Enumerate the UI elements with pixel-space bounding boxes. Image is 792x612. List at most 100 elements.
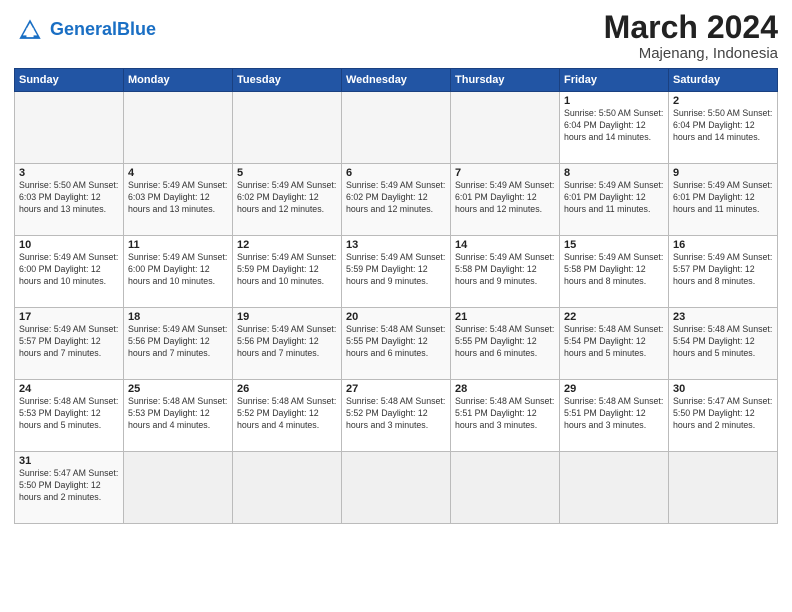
day-cell: 22Sunrise: 5:48 AM Sunset: 5:54 PM Dayli… xyxy=(560,308,669,380)
day-number: 5 xyxy=(237,167,337,179)
day-cell xyxy=(124,92,233,164)
day-cell: 3Sunrise: 5:50 AM Sunset: 6:03 PM Daylig… xyxy=(15,164,124,236)
week-row-3: 10Sunrise: 5:49 AM Sunset: 6:00 PM Dayli… xyxy=(15,236,778,308)
day-info: Sunrise: 5:49 AM Sunset: 6:00 PM Dayligh… xyxy=(19,252,119,288)
day-cell: 1Sunrise: 5:50 AM Sunset: 6:04 PM Daylig… xyxy=(560,92,669,164)
day-number: 9 xyxy=(673,167,773,179)
day-number: 17 xyxy=(19,311,119,323)
day-cell: 23Sunrise: 5:48 AM Sunset: 5:54 PM Dayli… xyxy=(669,308,778,380)
day-number: 3 xyxy=(19,167,119,179)
day-info: Sunrise: 5:49 AM Sunset: 6:02 PM Dayligh… xyxy=(346,180,446,216)
day-info: Sunrise: 5:49 AM Sunset: 5:57 PM Dayligh… xyxy=(19,324,119,360)
day-cell xyxy=(124,452,233,524)
title-block: March 2024 Majenang, Indonesia xyxy=(604,10,778,62)
day-cell: 15Sunrise: 5:49 AM Sunset: 5:58 PM Dayli… xyxy=(560,236,669,308)
day-cell: 27Sunrise: 5:48 AM Sunset: 5:52 PM Dayli… xyxy=(342,380,451,452)
day-cell: 18Sunrise: 5:49 AM Sunset: 5:56 PM Dayli… xyxy=(124,308,233,380)
header: GeneralBlue March 2024 Majenang, Indones… xyxy=(14,10,778,62)
day-info: Sunrise: 5:47 AM Sunset: 5:50 PM Dayligh… xyxy=(673,396,773,432)
day-number: 29 xyxy=(564,383,664,395)
logo-text: GeneralBlue xyxy=(50,20,156,40)
day-info: Sunrise: 5:48 AM Sunset: 5:55 PM Dayligh… xyxy=(346,324,446,360)
day-cell: 13Sunrise: 5:49 AM Sunset: 5:59 PM Dayli… xyxy=(342,236,451,308)
day-cell: 16Sunrise: 5:49 AM Sunset: 5:57 PM Dayli… xyxy=(669,236,778,308)
day-info: Sunrise: 5:50 AM Sunset: 6:04 PM Dayligh… xyxy=(673,108,773,144)
logo-blue: Blue xyxy=(117,19,156,39)
day-cell: 8Sunrise: 5:49 AM Sunset: 6:01 PM Daylig… xyxy=(560,164,669,236)
day-cell: 12Sunrise: 5:49 AM Sunset: 5:59 PM Dayli… xyxy=(233,236,342,308)
calendar-page: GeneralBlue March 2024 Majenang, Indones… xyxy=(0,0,792,612)
day-info: Sunrise: 5:50 AM Sunset: 6:03 PM Dayligh… xyxy=(19,180,119,216)
day-cell: 9Sunrise: 5:49 AM Sunset: 6:01 PM Daylig… xyxy=(669,164,778,236)
day-info: Sunrise: 5:49 AM Sunset: 6:01 PM Dayligh… xyxy=(673,180,773,216)
calendar-body: 1 Sunrise: 5:50 AM Sunset: 6:04 PM Daylig… xyxy=(15,92,778,524)
day-cell: 4Sunrise: 5:49 AM Sunset: 6:03 PM Daylig… xyxy=(124,164,233,236)
day-cell: 29Sunrise: 5:48 AM Sunset: 5:51 PM Dayli… xyxy=(560,380,669,452)
day-info: Sunrise: 5:49 AM Sunset: 5:59 PM Dayligh… xyxy=(237,252,337,288)
day-cell: 26Sunrise: 5:48 AM Sunset: 5:52 PM Dayli… xyxy=(233,380,342,452)
day-cell: 31Sunrise: 5:47 AM Sunset: 5:50 PM Dayli… xyxy=(15,452,124,524)
day-number: 30 xyxy=(673,383,773,395)
header-row: SundayMondayTuesdayWednesdayThursdayFrid… xyxy=(15,69,778,92)
calendar-title: March 2024 xyxy=(604,10,778,45)
day-number: 18 xyxy=(128,311,228,323)
day-info: Sunrise: 5:47 AM Sunset: 5:50 PM Dayligh… xyxy=(19,468,119,504)
header-day-wednesday: Wednesday xyxy=(342,69,451,92)
day-info: Sunrise: 5:48 AM Sunset: 5:51 PM Dayligh… xyxy=(564,396,664,432)
header-day-saturday: Saturday xyxy=(669,69,778,92)
day-info: Sunrise: 5:48 AM Sunset: 5:51 PM Dayligh… xyxy=(455,396,555,432)
day-info: Sunrise: 5:49 AM Sunset: 6:01 PM Dayligh… xyxy=(455,180,555,216)
logo: GeneralBlue xyxy=(14,14,156,46)
calendar-table: SundayMondayTuesdayWednesdayThursdayFrid… xyxy=(14,68,778,524)
day-number: 22 xyxy=(564,311,664,323)
day-number: 12 xyxy=(237,239,337,251)
header-day-monday: Monday xyxy=(124,69,233,92)
day-number: 31 xyxy=(19,455,119,467)
day-info: Sunrise: 5:49 AM Sunset: 6:02 PM Dayligh… xyxy=(237,180,337,216)
day-number: 10 xyxy=(19,239,119,251)
day-info: Sunrise: 5:49 AM Sunset: 5:58 PM Dayligh… xyxy=(455,252,555,288)
day-number: 1 xyxy=(564,95,664,107)
day-number: 2 xyxy=(673,95,773,107)
day-number: 4 xyxy=(128,167,228,179)
day-cell: 25Sunrise: 5:48 AM Sunset: 5:53 PM Dayli… xyxy=(124,380,233,452)
day-number: 15 xyxy=(564,239,664,251)
logo-icon xyxy=(14,14,46,46)
day-number: 20 xyxy=(346,311,446,323)
day-number: 16 xyxy=(673,239,773,251)
day-cell: 6Sunrise: 5:49 AM Sunset: 6:02 PM Daylig… xyxy=(342,164,451,236)
day-number: 25 xyxy=(128,383,228,395)
day-number: 28 xyxy=(455,383,555,395)
day-cell xyxy=(233,452,342,524)
day-number: 19 xyxy=(237,311,337,323)
week-row-5: 24Sunrise: 5:48 AM Sunset: 5:53 PM Dayli… xyxy=(15,380,778,452)
day-cell xyxy=(451,92,560,164)
day-number: 26 xyxy=(237,383,337,395)
day-cell: 30Sunrise: 5:47 AM Sunset: 5:50 PM Dayli… xyxy=(669,380,778,452)
day-number: 27 xyxy=(346,383,446,395)
week-row-6: 31Sunrise: 5:47 AM Sunset: 5:50 PM Dayli… xyxy=(15,452,778,524)
day-cell: 7Sunrise: 5:49 AM Sunset: 6:01 PM Daylig… xyxy=(451,164,560,236)
day-info: Sunrise: 5:48 AM Sunset: 5:54 PM Dayligh… xyxy=(673,324,773,360)
day-info: Sunrise: 5:49 AM Sunset: 5:59 PM Dayligh… xyxy=(346,252,446,288)
day-info: Sunrise: 5:48 AM Sunset: 5:52 PM Dayligh… xyxy=(237,396,337,432)
day-number: 23 xyxy=(673,311,773,323)
day-cell: 20Sunrise: 5:48 AM Sunset: 5:55 PM Dayli… xyxy=(342,308,451,380)
day-cell: 24Sunrise: 5:48 AM Sunset: 5:53 PM Dayli… xyxy=(15,380,124,452)
week-row-2: 3Sunrise: 5:50 AM Sunset: 6:03 PM Daylig… xyxy=(15,164,778,236)
day-info: Sunrise: 5:49 AM Sunset: 6:01 PM Dayligh… xyxy=(564,180,664,216)
day-cell xyxy=(560,452,669,524)
calendar-header: SundayMondayTuesdayWednesdayThursdayFrid… xyxy=(15,69,778,92)
day-number: 6 xyxy=(346,167,446,179)
day-cell: 19Sunrise: 5:49 AM Sunset: 5:56 PM Dayli… xyxy=(233,308,342,380)
day-cell: 17Sunrise: 5:49 AM Sunset: 5:57 PM Dayli… xyxy=(15,308,124,380)
day-info: Sunrise: 5:48 AM Sunset: 5:54 PM Dayligh… xyxy=(564,324,664,360)
week-row-4: 17Sunrise: 5:49 AM Sunset: 5:57 PM Dayli… xyxy=(15,308,778,380)
week-row-1: 1 Sunrise: 5:50 AM Sunset: 6:04 PM Daylig… xyxy=(15,92,778,164)
day-info: Sunrise: 5:48 AM Sunset: 5:53 PM Dayligh… xyxy=(128,396,228,432)
day-cell xyxy=(15,92,124,164)
logo-general: General xyxy=(50,19,117,39)
day-cell xyxy=(451,452,560,524)
day-number: 14 xyxy=(455,239,555,251)
day-cell: 10Sunrise: 5:49 AM Sunset: 6:00 PM Dayli… xyxy=(15,236,124,308)
